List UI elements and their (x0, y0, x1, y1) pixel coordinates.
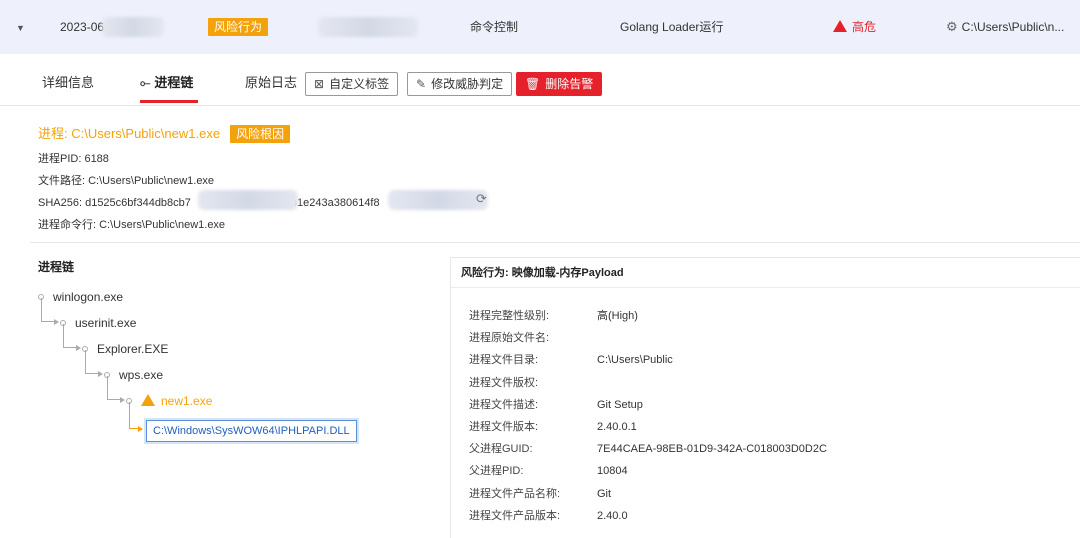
detail-row: 进程文件版权: (469, 372, 827, 394)
tab-details[interactable]: 详细信息 (42, 74, 94, 92)
detail-key: 父进程GUID: (469, 443, 533, 456)
detail-value: 10804 (597, 465, 628, 478)
detail-row: 进程文件版本: 2.40.0.1 (469, 416, 827, 438)
detail-value: 2.40.0 (597, 509, 628, 522)
severity-label: 高危 (833, 19, 876, 35)
redacted-name (318, 17, 418, 37)
arrow-icon (120, 397, 125, 403)
detail-row: 父进程GUID: 7E44CAEA-98EB-01D9-342A-C018003D… (469, 438, 827, 460)
arrow-icon (76, 345, 81, 351)
node-label: winlogon.exe (53, 290, 124, 304)
delete-alert-button[interactable]: 🗑 删除告警 (516, 72, 603, 96)
delete-alert-label: 删除告警 (545, 77, 594, 91)
chain-title: 进程链 (38, 260, 75, 274)
detail-key: 进程完整性级别: (469, 310, 550, 322)
arrow-icon (98, 371, 103, 377)
detail-value: C:\Users\Public (597, 354, 673, 367)
edit-icon: ✎ (416, 77, 427, 91)
process-icon: ⚙ (946, 19, 958, 34)
alert-rule: Golang Loader运行 (620, 20, 724, 34)
detail-rows: 进程完整性级别: 高(High) 进程原始文件名: 进程文件目录: C:\Users\P… (469, 305, 827, 527)
detail-key: 进程原始文件名: (469, 332, 550, 345)
root-cause-badge: 风险根因 (230, 125, 291, 143)
severity-text: 高危 (852, 20, 877, 34)
process-file-path: 文件路径: C:\Users\Public\new1.exe (38, 175, 215, 187)
detail-key: 进程文件产品版本: (469, 509, 561, 522)
tab-process-chain[interactable]: ⟜ 进程链 (140, 74, 193, 92)
copy-icon[interactable]: ⟳ (476, 191, 487, 207)
detail-row: 父进程PID: 10804 (469, 460, 827, 482)
modify-verdict-button[interactable]: ✎ 修改威胁判定 (407, 72, 513, 96)
arrow-icon (54, 319, 59, 325)
sha256-prefix: SHA256: d1525c6bf344db8cb7 (38, 197, 191, 209)
detail-row: 进程完整性级别: 高(High) (469, 305, 827, 327)
detail-row: 进程文件产品版本: 2.40.0 (469, 505, 827, 527)
detail-key: 进程文件版本: (469, 420, 539, 433)
detail-value: 7E44CAEA-98EB-01D9-342A-C018003D0D2C (597, 443, 827, 456)
modify-verdict-label: 修改威胁判定 (431, 77, 504, 91)
node-label: wps.exe (119, 368, 164, 382)
behavior-badge: 风险行为 (208, 18, 269, 36)
detail-value: Git (597, 487, 612, 500)
tree-connector (107, 376, 121, 400)
redacted-date (102, 17, 164, 37)
process-sha256: SHA256: d1525c6bf344db8cb7 b1e243a380614f… (38, 192, 1078, 214)
alert-row[interactable]: ▼ 2023-06- 风险行为 命令控制 Golang Loader运行 高危 … (0, 0, 1080, 54)
tree-node-dll[interactable]: C:\Windows\SysWOW64\IPHLPAPI.DLL (146, 420, 357, 442)
node-label: new1.exe (161, 394, 213, 408)
alert-category: 命令控制 (470, 20, 519, 34)
process-cmdline: 进程命令行: C:\Users\Public\new1.exe (38, 219, 226, 231)
detail-key: 进程文件版权: (469, 376, 539, 389)
custom-tag-button[interactable]: ⊠ 自定义标签 (305, 72, 399, 96)
alert-date: 2023-06- (60, 20, 109, 34)
detail-row: 进程原始文件名: (469, 327, 827, 349)
redacted-hash-1 (198, 190, 298, 210)
expand-caret-icon[interactable]: ▼ (16, 20, 26, 33)
detail-row: 进程文件目录: C:\Users\Public (469, 349, 827, 371)
tag-icon: ⊠ (314, 77, 325, 91)
detail-title: 风险行为: 映像加载-内存Payload (451, 258, 1080, 288)
process-chain-icon: ⟜ (140, 75, 151, 90)
detail-value: 2.40.0.1 (597, 420, 637, 433)
tab-process-chain-label: 进程链 (154, 75, 194, 90)
divider (30, 242, 1080, 243)
detail-key: 进程文件目录: (469, 354, 539, 367)
detail-row: 进程文件产品名称: Git (469, 483, 827, 505)
tab-raw-log[interactable]: 原始日志 (245, 74, 297, 92)
node-label: userinit.exe (75, 316, 137, 330)
warning-triangle-icon (833, 20, 847, 32)
tree-connector (63, 324, 77, 348)
process-pid: 进程PID: 6188 (38, 153, 109, 165)
custom-tag-label: 自定义标签 (329, 77, 390, 91)
alert-path-text: C:\Users\Public\n... (961, 20, 1065, 34)
redacted-hash-2 (388, 190, 488, 210)
sha256-middle: b1e243a380614f8 (290, 197, 380, 209)
detail-key: 父进程PID: (469, 465, 524, 478)
detail-value: 高(High) (597, 310, 638, 322)
detail-key: 进程文件描述: (469, 398, 539, 411)
node-label: Explorer.EXE (97, 342, 169, 356)
arrow-icon (138, 426, 143, 432)
tree-connector (129, 402, 139, 429)
detail-panel: 风险行为: 映像加载-内存Payload 进程完整性级别: 高(High) 进程原始… (450, 257, 1080, 538)
detail-value: Git Setup (597, 398, 643, 411)
active-tab-indicator (140, 100, 198, 103)
process-title: 进程: C:\Users\Public\new1.exe 风险根因 (38, 124, 1078, 144)
process-info: 进程: C:\Users\Public\new1.exe 风险根因 进程PID: … (38, 124, 1078, 236)
detail-row: 进程文件描述: Git Setup (469, 394, 827, 416)
tree-connector (85, 350, 99, 374)
alert-path: ⚙ C:\Users\Public\n... (946, 19, 1064, 35)
trash-icon: 🗑 (525, 77, 541, 91)
detail-key: 进程文件产品名称: (469, 487, 561, 500)
process-title-text: 进程: C:\Users\Public\new1.exe (38, 126, 221, 141)
tree-connector (41, 298, 55, 322)
warning-triangle-icon (141, 394, 155, 406)
